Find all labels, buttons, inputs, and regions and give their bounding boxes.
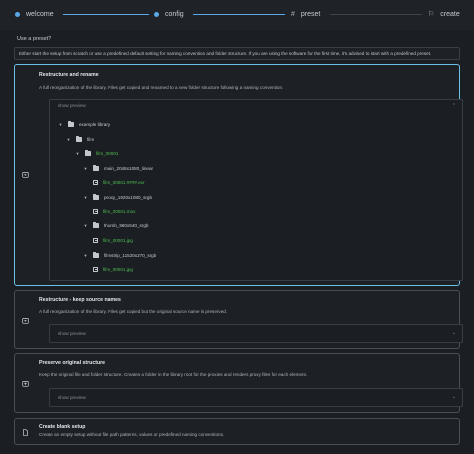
intro-text: Either start the setup from scratch or u… [14, 47, 460, 60]
preset-description: Keep the original file and folder struct… [39, 372, 308, 377]
tree-label: film [87, 137, 95, 142]
tree-leaf: film_00001.####.exr [93, 180, 145, 185]
hash-icon: # [291, 11, 295, 18]
preset-title: Restructure and rename [39, 72, 99, 78]
preset-description: Create an empty setup without file path … [39, 432, 225, 437]
folder-icon [85, 150, 91, 156]
tree-label: film_00001.mov [103, 209, 136, 214]
chevron-down-icon[interactable]: ⌄ [452, 394, 456, 400]
preview-toggle[interactable]: show preview [58, 103, 86, 108]
tree-label: film_00001.####.exr [103, 180, 145, 185]
flag-icon: ⚐ [428, 11, 435, 18]
preview-toggle[interactable]: show preview [58, 395, 86, 400]
image-file-icon [93, 209, 98, 214]
folder-icon [68, 121, 74, 127]
tree-node[interactable]: ▼ example library [58, 121, 111, 127]
chevron-up-icon[interactable]: ⌃ [452, 103, 456, 109]
step-connector [193, 14, 285, 15]
tree-label: main_2048x1080_linear [104, 166, 154, 171]
preset-card-keep-source-names[interactable]: Restructure - keep source names A full r… [14, 290, 463, 349]
preset-title: Restructure - keep source names [39, 297, 121, 303]
step-preset[interactable]: # preset [291, 11, 320, 18]
tree-label: film_00001.jpg [103, 238, 133, 243]
check-circle-icon [154, 12, 159, 17]
folder-icon [22, 381, 29, 387]
tree-label: filmstrip_11520x270_srgb [104, 253, 157, 258]
preset-card-preserve-structure[interactable]: Preserve original structure Keep the ori… [14, 353, 463, 413]
folder-icon [76, 136, 82, 142]
check-circle-icon [15, 12, 20, 17]
caret-down-icon[interactable]: ▼ [83, 195, 88, 200]
step-label: preset [300, 11, 321, 18]
tree-node[interactable]: ▼ filmstrip_11520x270_srgb [83, 252, 157, 258]
step-connector [330, 14, 422, 15]
caret-down-icon[interactable]: ▼ [75, 151, 80, 156]
image-file-icon [93, 267, 98, 272]
tree-label: example library [79, 122, 111, 127]
image-file-icon [93, 180, 98, 185]
tree-label: film_00001.jpg [103, 267, 133, 272]
preview-panel[interactable]: show preview ⌄ [49, 324, 463, 343]
preset-card-restructure-rename[interactable]: Restructure and rename A full reorganiza… [14, 64, 463, 286]
step-connector [63, 14, 149, 15]
folder-move-icon [22, 318, 29, 324]
caret-down-icon[interactable]: ▼ [83, 253, 88, 258]
page-question: Use a preset? [17, 36, 52, 42]
tree-label: proxy_1920x1080_srgb [104, 195, 153, 200]
tree-node[interactable]: ▼ film [66, 136, 95, 142]
folder-icon [93, 165, 99, 171]
preset-title: Create blank setup [39, 424, 86, 430]
preview-panel[interactable]: show preview ⌃ ▼ example library ▼ film … [49, 99, 463, 281]
preview-toggle[interactable]: show preview [58, 331, 86, 336]
step-label: create [440, 11, 460, 18]
step-config[interactable]: config [154, 11, 184, 18]
step-label: welcome [26, 11, 54, 18]
tree-node[interactable]: ▼ film_00001 [75, 150, 119, 156]
folder-icon [93, 222, 99, 228]
tree-leaf: film_00001.jpg [93, 238, 133, 243]
tree-node[interactable]: ▼ thumb_960x540_srgb [83, 222, 149, 228]
caret-down-icon[interactable]: ▼ [83, 223, 88, 228]
step-create[interactable]: ⚐ create [428, 11, 460, 18]
caret-down-icon[interactable]: ▼ [58, 122, 63, 127]
preset-title: Preserve original structure [39, 360, 106, 366]
preset-description: A full reorganization of the library. Fi… [39, 309, 228, 314]
tree-node[interactable]: ▼ main_2048x1080_linear [83, 165, 154, 171]
image-file-icon [93, 238, 98, 243]
tree-leaf: film_00001.mov [93, 209, 135, 214]
tree-label: thumb_960x540_srgb [104, 223, 149, 228]
tree-leaf: film_00001.jpg [93, 267, 133, 272]
stepper: welcome config # preset ⚐ create [0, 0, 474, 30]
folder-icon [93, 194, 99, 200]
folder-move-icon [22, 172, 29, 178]
step-label: config [165, 11, 184, 18]
folder-icon [93, 252, 99, 258]
step-welcome[interactable]: welcome [15, 11, 54, 18]
tree-label: film_00001 [96, 151, 119, 156]
preset-description: A full reorganization of the library. Fi… [39, 85, 284, 90]
preview-panel[interactable]: show preview ⌄ [49, 388, 463, 407]
blank-file-icon [23, 429, 28, 436]
caret-down-icon[interactable]: ▼ [66, 137, 71, 142]
caret-down-icon[interactable]: ▼ [83, 166, 88, 171]
tree-node[interactable]: ▼ proxy_1920x1080_srgb [83, 194, 153, 200]
preset-card-blank-setup[interactable]: Create blank setup Create an empty setup… [14, 418, 460, 445]
chevron-down-icon[interactable]: ⌄ [452, 330, 456, 336]
